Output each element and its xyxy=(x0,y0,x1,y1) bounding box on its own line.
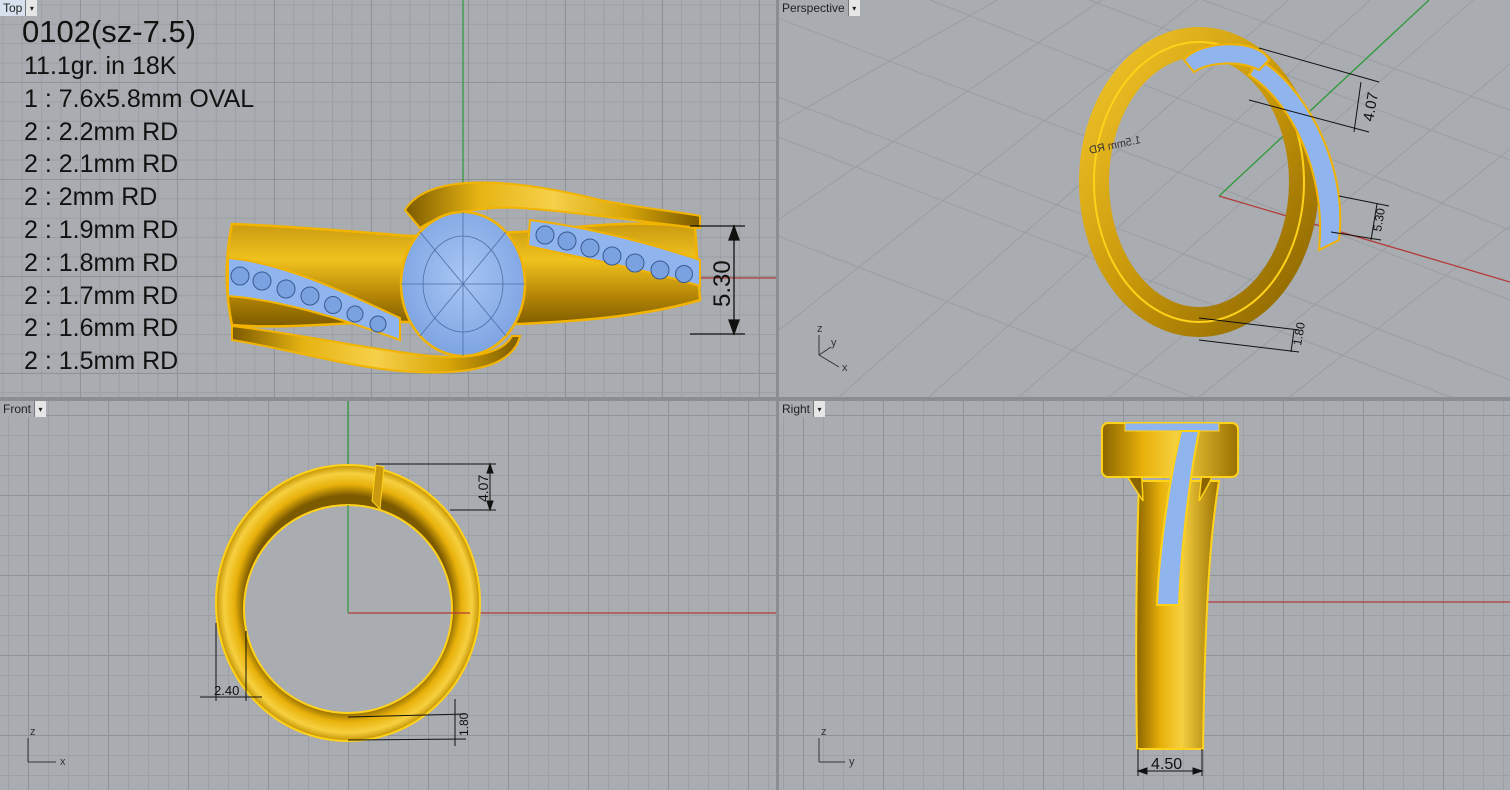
dim-front-height: 4.07 xyxy=(475,475,491,502)
viewport-perspective[interactable]: Perspective ▾ 1.5mm RD 4.07 5.30 1.80 z … xyxy=(779,0,1510,397)
axis-gizmo-right xyxy=(818,738,845,763)
axis-z-label: z xyxy=(30,726,36,738)
viewport-right-title: Right xyxy=(779,401,814,417)
specs-stone-line: 2 : 1.8mm RD xyxy=(24,248,179,277)
specs-stone-line: 2 : 1.7mm RD xyxy=(24,281,179,310)
specs-stone-line: 2 : 1.5mm RD xyxy=(24,347,179,376)
specs-center-stone: 1 : 7.6x5.8mm OVAL xyxy=(24,84,255,113)
axis-gizmo-front xyxy=(27,738,56,763)
viewport-right-label[interactable]: Right ▾ xyxy=(779,401,826,417)
dim-front-side: 2.40 xyxy=(214,683,239,698)
axis-x-label: x xyxy=(842,362,848,374)
specs-weight: 11.1gr. in 18K xyxy=(24,52,177,80)
viewport-top-label[interactable]: Top ▾ xyxy=(0,0,38,16)
perspective-scene: 1.5mm RD 4.07 5.30 1.80 z y x xyxy=(779,0,1510,397)
viewport-top[interactable]: Top ▾ 0102(sz-7.5) 11.1gr. in 18K 1 : 7.… xyxy=(0,0,776,397)
specs-stone-line: 2 : 2mm RD xyxy=(24,183,158,212)
chevron-down-icon[interactable]: ▾ xyxy=(25,0,38,16)
specs-stone-line: 2 : 2.2mm RD xyxy=(24,117,179,146)
viewport-front-title: Front xyxy=(0,401,35,417)
right-view-scene: 4.50 z y xyxy=(818,422,1510,776)
axis-x-label: x xyxy=(60,756,66,768)
axis-z-label: z xyxy=(821,726,827,738)
specs-stone-line: 2 : 1.9mm RD xyxy=(24,215,179,244)
specs-stone-line: 2 : 2.1mm RD xyxy=(24,150,179,179)
dim-right-width: 4.50 xyxy=(1151,756,1182,773)
chevron-down-icon[interactable]: ▾ xyxy=(813,401,826,417)
dim-persp-width: 5.30 xyxy=(1370,207,1388,233)
dim-persp-bottom: 1.80 xyxy=(1290,321,1308,347)
axis-y-label: y xyxy=(849,756,855,768)
axis-z-label: z xyxy=(817,323,823,335)
viewport-front-label[interactable]: Front ▾ xyxy=(0,401,47,417)
viewport-top-title: Top xyxy=(0,0,26,16)
axis-y-label: y xyxy=(831,337,837,349)
ring-specs: 0102(sz-7.5) 11.1gr. in 18K 1 : 7.6x5.8m… xyxy=(22,14,254,378)
chevron-down-icon[interactable]: ▾ xyxy=(847,0,860,16)
viewport-perspective-label[interactable]: Perspective ▾ xyxy=(779,0,860,16)
dim-top-width: 5.30 xyxy=(709,260,736,307)
center-stone-right xyxy=(1124,422,1220,432)
front-view-scene: 4.07 2.40 1.80 z x xyxy=(27,401,776,768)
viewport-front[interactable]: Front ▾ 4.07 2.40 1.80 z x xyxy=(0,401,776,790)
specs-title: 0102(sz-7.5) xyxy=(22,14,197,49)
viewport-perspective-title: Perspective xyxy=(779,0,848,16)
dim-front-bottom: 1.80 xyxy=(457,712,471,736)
dim-persp-height: 4.07 xyxy=(1360,91,1382,123)
specs-stone-line: 2 : 1.6mm RD xyxy=(24,314,179,343)
viewport-right[interactable]: Right ▾ 4.50 z y xyxy=(779,401,1510,790)
chevron-down-icon[interactable]: ▾ xyxy=(34,401,47,417)
